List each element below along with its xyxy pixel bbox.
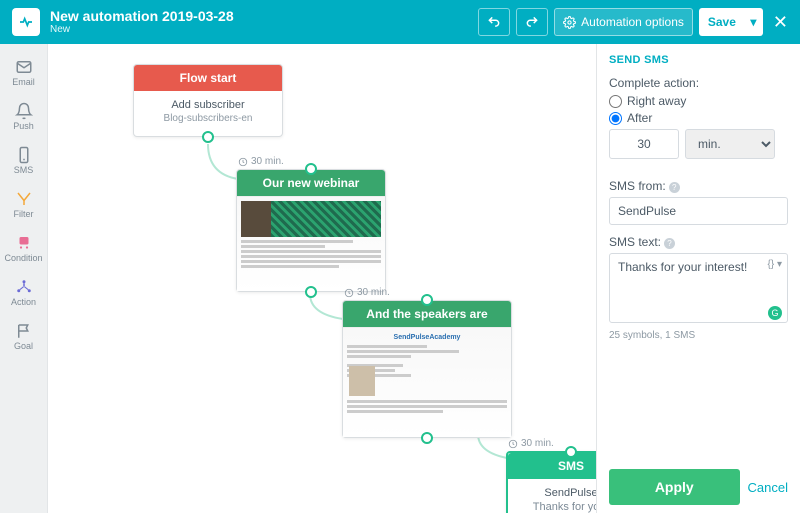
grammar-check-icon[interactable]: G — [768, 306, 782, 320]
sms-from-group: SMS from:? — [609, 179, 788, 225]
variable-insert-button[interactable]: {} ▾ — [768, 259, 782, 270]
rail-email[interactable]: Email — [4, 52, 44, 92]
rail-push[interactable]: Push — [4, 96, 44, 136]
app-logo[interactable] — [12, 8, 40, 36]
rail-sms[interactable]: SMS — [4, 140, 44, 180]
node-action-label: Add subscriber — [142, 99, 274, 111]
delay-qty-input[interactable] — [609, 129, 679, 159]
node-flow-start[interactable]: Flow start Add subscriber Blog-subscribe… — [133, 64, 283, 137]
apply-button[interactable]: Apply — [609, 469, 740, 505]
save-button-group: Save ▾ — [699, 8, 763, 36]
automation-status: New — [50, 24, 234, 35]
save-button[interactable]: Save — [699, 8, 745, 36]
sms-text-label: SMS text:? — [609, 235, 788, 249]
sms-from-label: SMS from:? — [609, 179, 788, 193]
node-dock-out[interactable] — [421, 432, 433, 444]
node-email-webinar[interactable]: Our new webinar — [236, 169, 386, 292]
node-dock-in[interactable] — [565, 446, 577, 458]
node-sms[interactable]: ✕ SMS SendPulse Thanks for your interest… — [506, 451, 596, 513]
panel-title: SEND SMS — [609, 54, 788, 66]
delay-label: 30 min. — [238, 156, 284, 167]
settings-panel: SEND SMS Complete action: Right away Aft… — [596, 44, 800, 513]
email-thumbnail: SendPulseAcademy — [343, 327, 511, 437]
node-dock-out[interactable] — [305, 286, 317, 298]
page-title: New automation 2019-03-28 — [50, 9, 234, 24]
top-bar: New automation 2019-03-28 New Automation… — [0, 0, 800, 44]
rail-condition[interactable]: Condition — [4, 228, 44, 268]
node-list-label: Blog-subscribers-en — [142, 113, 274, 124]
title-block: New automation 2019-03-28 New — [50, 9, 234, 35]
sms-from-preview: SendPulse — [516, 487, 596, 499]
sms-text-preview: Thanks for your interest! — [516, 501, 596, 513]
node-dock-in[interactable] — [305, 163, 317, 175]
help-icon[interactable]: ? — [669, 182, 680, 193]
sms-text-group: SMS text:? Thanks for your interest! {} … — [609, 235, 788, 341]
node-header: Flow start — [134, 65, 282, 91]
help-icon[interactable]: ? — [664, 238, 675, 249]
complete-action-group: Complete action: Right away After min. — [609, 76, 788, 169]
sms-counter: 25 symbols, 1 SMS — [609, 330, 788, 341]
sms-text-input[interactable]: Thanks for your interest! — [609, 253, 788, 323]
node-dock-in[interactable] — [421, 294, 433, 306]
main-area: Email Push SMS Filter Condition Action G… — [0, 44, 800, 513]
node-email-speakers[interactable]: And the speakers are SendPulseAcademy — [342, 300, 512, 438]
delay-label: 30 min. — [344, 287, 390, 298]
radio-right-away-input[interactable] — [609, 95, 622, 108]
rail-filter[interactable]: Filter — [4, 184, 44, 224]
rail-goal[interactable]: Goal — [4, 316, 44, 356]
complete-action-label: Complete action: — [609, 76, 788, 90]
sms-from-input[interactable] — [609, 197, 788, 225]
radio-after[interactable]: After — [609, 111, 788, 125]
element-rail: Email Push SMS Filter Condition Action G… — [0, 44, 48, 513]
radio-right-away[interactable]: Right away — [609, 94, 788, 108]
automation-options-button[interactable]: Automation options — [554, 8, 693, 36]
rail-action[interactable]: Action — [4, 272, 44, 312]
close-button[interactable]: ✕ — [773, 12, 788, 33]
email-thumbnail — [237, 196, 385, 291]
node-dock-out[interactable] — [202, 131, 214, 143]
delay-label: 30 min. — [508, 438, 554, 449]
save-dropdown-button[interactable]: ▾ — [745, 8, 763, 36]
radio-after-input[interactable] — [609, 112, 622, 125]
redo-button[interactable] — [516, 8, 548, 36]
panel-footer: Apply Cancel — [609, 459, 788, 505]
cancel-button[interactable]: Cancel — [748, 480, 788, 495]
delay-unit-select[interactable]: min. — [685, 129, 775, 159]
undo-button[interactable] — [478, 8, 510, 36]
flow-canvas[interactable]: Flow start Add subscriber Blog-subscribe… — [48, 44, 596, 513]
node-header: SMS — [508, 453, 596, 479]
